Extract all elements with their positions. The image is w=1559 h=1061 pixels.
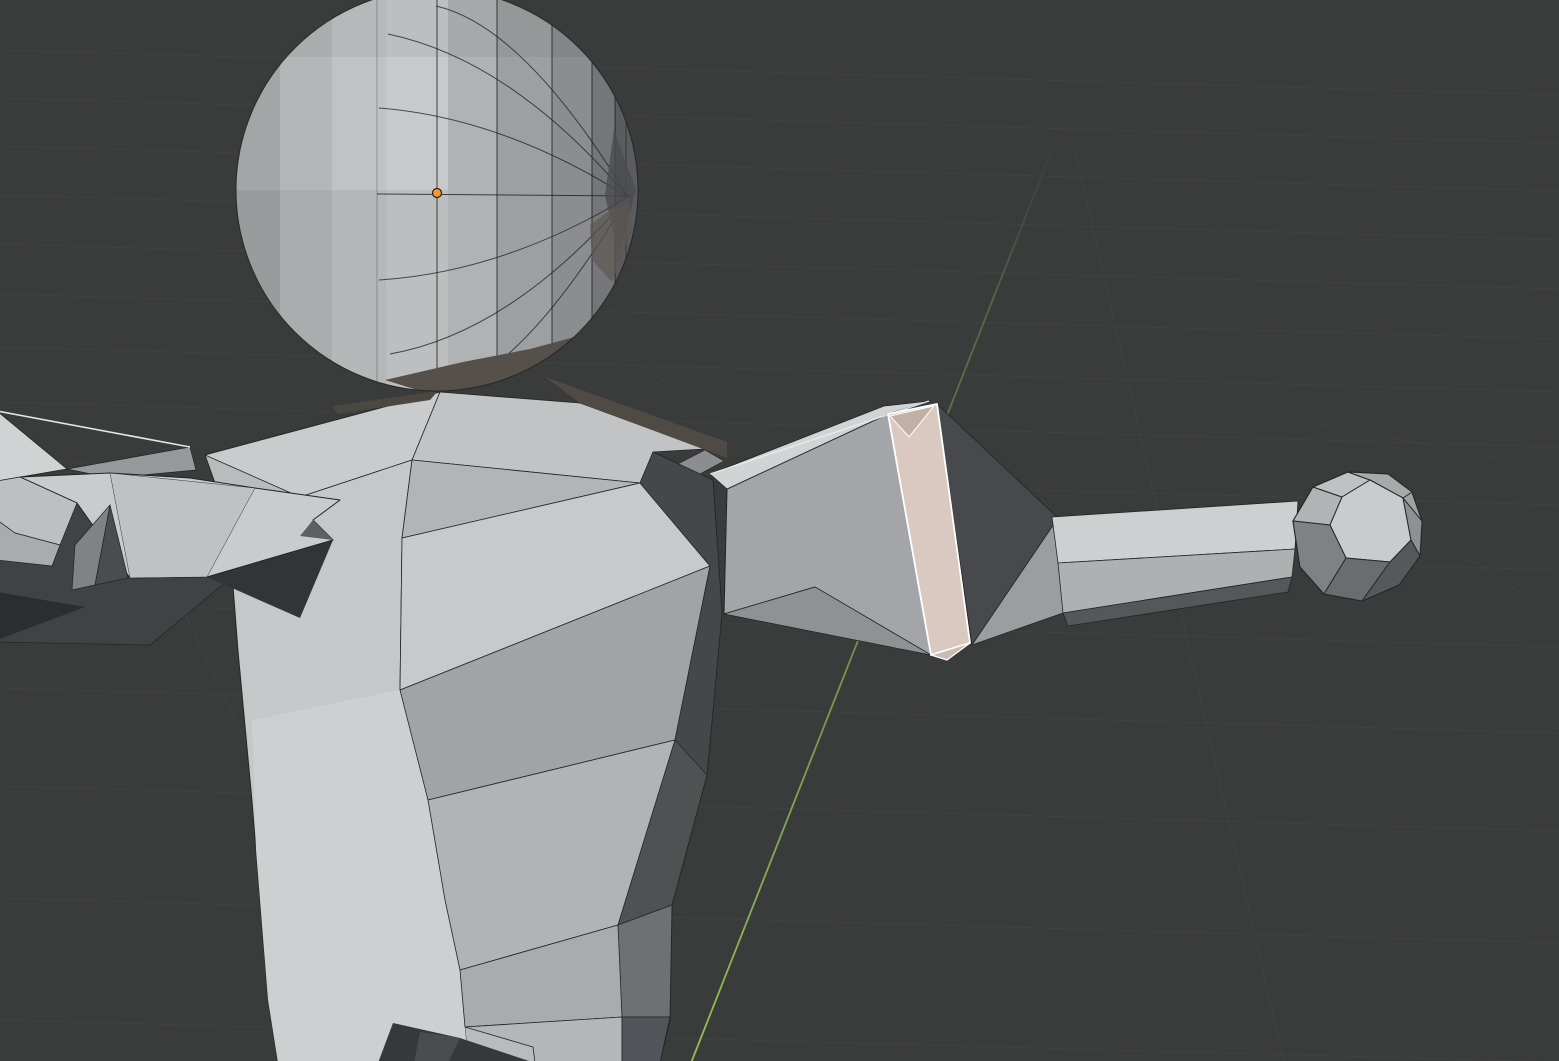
object-origin[interactable]: [433, 189, 442, 198]
face-side-mid-block[interactable]: [618, 905, 672, 1017]
blender-3d-viewport[interactable]: [0, 0, 1559, 1061]
head-strip: [448, 0, 497, 405]
mesh-torso[interactable]: [205, 377, 727, 1061]
origin-dot[interactable]: [433, 189, 442, 198]
viewport-canvas[interactable]: [0, 0, 1559, 1061]
